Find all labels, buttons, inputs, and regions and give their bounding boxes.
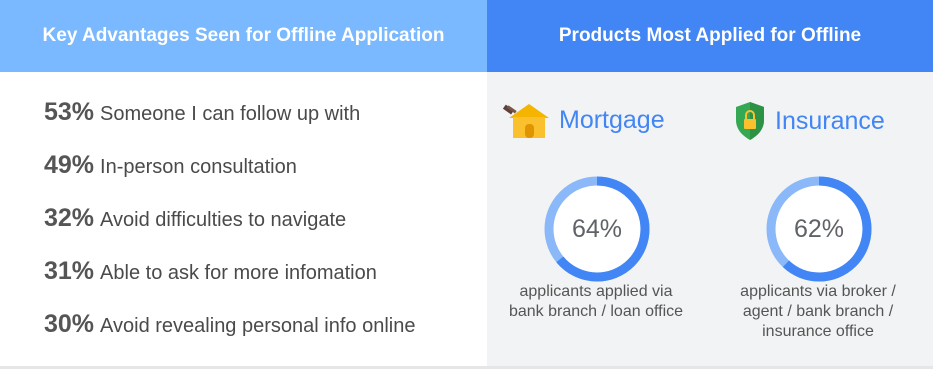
donut-chart-mortgage: 64%	[542, 174, 652, 284]
advantage-percent: 30%	[44, 310, 95, 338]
advantage-text: Someone I can follow up with	[100, 103, 361, 125]
products-panel: Mortgage 64% applicants applied via bank…	[487, 72, 933, 367]
advantage-item: 53% Someone I can follow up with	[44, 98, 415, 151]
advantage-item: 30% Avoid revealing personal info online	[44, 310, 415, 363]
shield-lock-icon	[736, 102, 764, 140]
advantage-text: Avoid revealing personal info online	[100, 315, 416, 337]
product-title-insurance: Insurance	[733, 100, 885, 142]
advantages-list: 53% Someone I can follow up with 49% In-…	[44, 98, 415, 363]
advantages-header: Key Advantages Seen for Offline Applicat…	[0, 0, 487, 72]
advantage-text: In-person consultation	[100, 156, 297, 178]
products-header-title: Products Most Applied for Offline	[558, 25, 862, 46]
donut-label: 64%	[571, 214, 623, 243]
advantage-percent: 32%	[44, 204, 95, 232]
product-caption: applicants via broker / agent / bank bra…	[740, 283, 896, 340]
advantage-item: 32% Avoid difficulties to navigate	[44, 204, 415, 257]
house-gavel-icon	[503, 104, 549, 138]
donut-label: 62%	[793, 214, 845, 243]
advantage-text: Able to ask for more infomation	[100, 262, 377, 284]
advantages-panel: 53% Someone I can follow up with 49% In-…	[0, 72, 487, 369]
product-caption: applicants applied via bank branch / loa…	[508, 283, 684, 320]
products-header: Products Most Applied for Offline	[487, 0, 933, 72]
product-name: Insurance	[775, 106, 885, 135]
advantage-item: 31% Able to ask for more infomation	[44, 257, 415, 310]
donut-chart-insurance: 62%	[764, 174, 874, 284]
product-title-mortgage: Mortgage	[503, 100, 665, 140]
advantage-text: Avoid difficulties to navigate	[100, 209, 347, 231]
product-name: Mortgage	[559, 105, 665, 134]
advantages-header-title: Key Advantages Seen for Offline Applicat…	[42, 25, 445, 46]
advantage-percent: 49%	[44, 151, 95, 179]
advantage-percent: 53%	[44, 98, 95, 126]
advantage-item: 49% In-person consultation	[44, 151, 415, 204]
advantage-percent: 31%	[44, 257, 95, 285]
